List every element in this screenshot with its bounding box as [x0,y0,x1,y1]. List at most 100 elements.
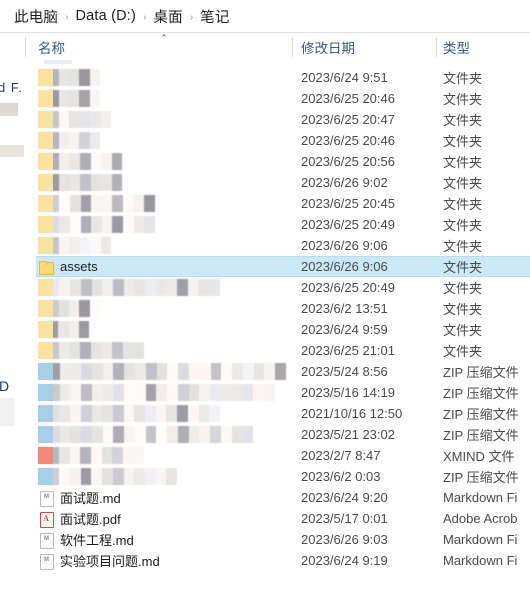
mosaic-block [101,216,113,233]
mosaic-block [111,153,122,170]
file-row[interactable]: 2023/6/24 9:51 文件夹 [0,67,530,88]
folder-icon [38,259,54,275]
file-row[interactable]: 2023/6/25 20:46 文件夹 [0,88,530,109]
column-divider-date-type[interactable] [436,37,437,57]
mosaic-block [155,279,167,296]
mosaic-block [134,426,146,443]
mosaic-block [58,300,69,317]
mosaic-block [69,216,81,233]
cell-date-modified: 2023/6/25 20:46 [301,91,395,106]
mosaic-block [199,384,211,401]
folder-icon [38,342,53,359]
file-row[interactable]: 面试题.md 2023/6/24 9:20 Markdown Fi [0,487,530,508]
mosaic-block [144,216,156,233]
file-list[interactable]: 2023/6/24 9:51 文件夹 2023/6/25 20:46 文件夹 2023/… [0,67,530,595]
mosaic-block [81,363,92,380]
file-row[interactable]: 2023/5/16 14:19 ZIP 压缩文件 [0,382,530,403]
file-row[interactable]: 2023/6/26 9:06 文件夹 [0,235,530,256]
file-row[interactable]: 2023/5/24 8:56 ZIP 压缩文件 [0,361,530,382]
file-row[interactable]: 实验项目问题.md 2023/6/24 9:19 Markdown Fi [0,550,530,571]
file-row[interactable]: 2021/10/16 12:50 ZIP 压缩文件 [0,403,530,424]
mosaic-block [124,384,135,401]
file-row[interactable]: 2023/6/25 20:49 文件夹 [0,214,530,235]
file-row[interactable]: 软件工程.md 2023/6/26 9:03 Markdown Fi [0,529,530,550]
breadcrumb-item-4[interactable]: 笔记 [200,6,229,27]
censored-file-name [38,342,144,359]
cell-file-name[interactable]: 实验项目问题.md [38,550,290,571]
folder-icon [38,216,53,233]
mosaic-block [198,279,210,296]
file-row[interactable]: 2023/6/2 0:03 ZIP 压缩文件 [0,466,530,487]
mosaic-block [112,216,124,233]
mosaic-block [145,363,157,380]
mosaic-block [80,447,91,464]
breadcrumb-item-3[interactable]: 桌面 [153,6,182,27]
cell-date-modified: 2021/10/16 12:50 [301,406,403,421]
mosaic-block [59,216,70,233]
breadcrumb-item-2[interactable]: Data (D:) [75,8,136,24]
cell-date-modified: 2023/5/16 14:19 [301,385,395,400]
mosaic-block [68,69,80,86]
mosaic-block [133,447,144,464]
column-divider-name-date[interactable] [292,37,293,57]
file-row-selected[interactable]: assets 2023/6/26 9:06 文件夹 [0,256,530,277]
folder-icon [38,111,53,128]
file-row[interactable]: 2023/6/25 20:45 文件夹 [0,193,530,214]
folder-icon [38,321,53,338]
mosaic-block [253,384,265,401]
mosaic-block [69,153,80,170]
mosaic-block [89,69,100,86]
breadcrumb[interactable]: 此电脑 › Data (D:) › 桌面 › 笔记 [0,0,530,32]
file-row[interactable]: 2023/5/21 23:02 ZIP 压缩文件 [0,424,530,445]
zip-icon [38,405,53,422]
cell-file-name[interactable]: assets [38,256,290,277]
mosaic-block [145,426,157,443]
mosaic-block [68,132,80,149]
cell-file-type: 文件夹 [443,239,483,254]
mosaic-block [178,363,189,380]
mosaic-block [134,279,146,296]
mosaic-block [221,363,233,380]
mosaic-block [112,342,123,359]
cell-file-name[interactable]: 面试题.pdf [38,508,290,529]
folder-icon [38,69,53,86]
cell-date-modified: 2023/5/21 23:02 [301,427,395,442]
breadcrumb-separator-icon: › [65,11,69,23]
mosaic-block [253,363,265,380]
folder-icon [38,132,53,149]
censored-file-name [38,363,286,380]
mosaic-block [188,384,200,401]
file-row[interactable]: 2023/6/25 20:47 文件夹 [0,109,530,130]
mosaic-block [145,279,156,296]
folder-icon [38,174,53,191]
file-row[interactable]: 2023/2/7 8:47 XMIND 文件 [0,445,530,466]
markdown-icon [38,553,54,570]
cell-file-type: ZIP 压缩文件 [443,428,519,443]
file-row[interactable]: 2023/6/25 21:01 文件夹 [0,340,530,361]
mosaic-block [242,426,253,443]
mosaic-block [91,195,102,212]
column-header-date-modified[interactable]: 修改日期 [301,33,431,61]
mosaic-block [90,153,101,170]
file-row[interactable]: 2023/6/25 20:56 文件夹 [0,151,530,172]
file-row[interactable]: 2023/6/2 13:51 文件夹 [0,298,530,319]
pdf-icon [38,511,54,528]
cell-file-name[interactable]: 软件工程.md [38,529,290,550]
file-row[interactable]: 2023/6/26 9:02 文件夹 [0,172,530,193]
mosaic-block [70,384,82,401]
file-row[interactable]: 2023/6/25 20:46 文件夹 [0,130,530,151]
cell-date-modified: 2023/6/24 9:19 [301,553,388,568]
file-row[interactable]: 面试题.pdf 2023/5/17 0:01 Adobe Acrob [0,508,530,529]
file-row[interactable]: 2023/6/25 20:49 文件夹 [0,277,530,298]
file-row[interactable]: 2023/6/24 9:59 文件夹 [0,319,530,340]
mosaic-block [68,90,80,107]
mosaic-block [80,216,92,233]
column-divider-left[interactable] [25,37,26,57]
cell-file-name[interactable]: 面试题.md [38,487,290,508]
breadcrumb-item-1[interactable]: 此电脑 [14,6,58,27]
mosaic-block [79,90,90,107]
mosaic-block [90,111,101,128]
cell-date-modified: 2023/6/25 20:49 [301,217,395,232]
column-header-type[interactable]: 类型 [443,33,530,61]
mosaic-block [69,174,80,191]
